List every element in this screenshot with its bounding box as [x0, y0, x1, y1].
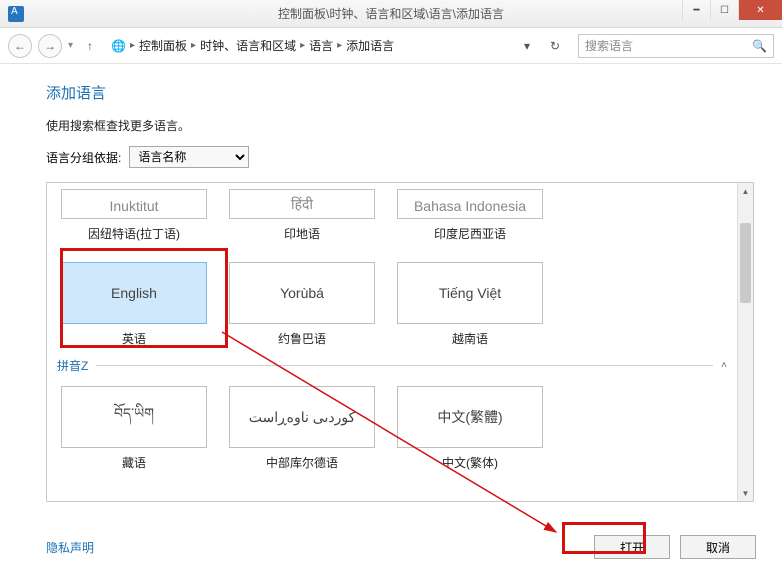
back-button[interactable]: ←	[8, 34, 32, 58]
footer: 隐私声明 打开 取消	[0, 525, 782, 573]
nav-bar: ← → ▾ ↑ 🌐 ▸ 控制面板▸ 时钟、语言和区域▸ 语言▸ 添加语言 ▾ ↻…	[0, 28, 782, 64]
maximize-button[interactable]: ☐	[710, 0, 738, 20]
refresh-button[interactable]: ↻	[544, 35, 566, 57]
page-title: 添加语言	[46, 82, 754, 103]
content-area: 添加语言 使用搜索框查找更多语言。 语言分组依据: 语言名称 Inuktitut…	[0, 64, 782, 502]
hint-text: 使用搜索框查找更多语言。	[46, 117, 754, 134]
window-title: 控制面板\时钟、语言和区域\语言\添加语言	[278, 5, 504, 22]
crumb-3[interactable]: 添加语言	[346, 37, 394, 54]
language-list: Inuktitut 因纽特语(拉丁语) हिंदी 印地语 Bahasa Ind…	[46, 182, 754, 502]
scroll-thumb[interactable]	[740, 223, 751, 303]
lang-item-inuktitut[interactable]: Inuktitut 因纽特语(拉丁语)	[61, 189, 207, 242]
collapse-icon[interactable]: ˄	[721, 360, 727, 371]
grouping-row: 语言分组依据: 语言名称	[46, 146, 754, 168]
crumb-1[interactable]: 时钟、语言和区域	[200, 37, 296, 54]
breadcrumb-dropdown[interactable]: ▾	[516, 35, 538, 57]
privacy-link[interactable]: 隐私声明	[46, 539, 94, 556]
forward-button[interactable]: →	[38, 34, 62, 58]
scroll-down-icon[interactable]: ▼	[738, 485, 753, 501]
scroll-up-icon[interactable]: ▲	[738, 183, 753, 199]
crumb-2[interactable]: 语言	[309, 37, 333, 54]
history-dropdown[interactable]: ▾	[68, 40, 73, 51]
breadcrumb[interactable]: 🌐 ▸ 控制面板▸ 时钟、语言和区域▸ 语言▸ 添加语言	[107, 37, 510, 54]
search-icon: 🔍	[752, 39, 767, 53]
close-button[interactable]: ✕	[738, 0, 782, 20]
lang-item-vietnamese[interactable]: Tiếng Việt 越南语	[397, 262, 543, 347]
app-icon	[8, 6, 24, 22]
scrollbar[interactable]: ▲ ▼	[737, 183, 753, 501]
lang-item-hindi[interactable]: हिंदी 印地语	[229, 189, 375, 242]
lang-row-y: English 英语 Yorùbá 约鲁巴语 Tiếng Việt 越南语	[57, 256, 727, 351]
lang-item-tibetan[interactable]: བོད་ཡིག 藏语	[61, 386, 207, 471]
up-button[interactable]: ↑	[79, 35, 101, 57]
lang-row-partial: Inuktitut 因纽特语(拉丁语) हिंदी 印地语 Bahasa Ind…	[57, 183, 727, 246]
lang-item-central-kurdish[interactable]: كوردىی ناوەڕاست 中部库尔德语	[229, 386, 375, 471]
group-label: 语言分组依据:	[46, 149, 121, 166]
location-icon: 🌐	[111, 39, 126, 53]
open-button[interactable]: 打开	[594, 535, 670, 559]
lang-row-z: བོད་ཡིག 藏语 كوردىی ناوەڕاست 中部库尔德语 中文(繁體)…	[57, 380, 727, 475]
lang-item-yoruba[interactable]: Yorùbá 约鲁巴语	[229, 262, 375, 347]
title-bar: 控制面板\时钟、语言和区域\语言\添加语言 ━ ☐ ✕	[0, 0, 782, 28]
minimize-button[interactable]: ━	[682, 0, 710, 20]
search-placeholder: 搜索语言	[585, 37, 752, 54]
search-input[interactable]: 搜索语言 🔍	[578, 34, 774, 58]
lang-item-chinese-traditional[interactable]: 中文(繁體) 中文(繁体)	[397, 386, 543, 471]
lang-item-english[interactable]: English 英语	[61, 262, 207, 347]
group-by-select[interactable]: 语言名称	[129, 146, 249, 168]
lang-item-indonesian[interactable]: Bahasa Indonesia 印度尼西亚语	[397, 189, 543, 242]
crumb-0[interactable]: 控制面板	[139, 37, 187, 54]
cancel-button[interactable]: 取消	[680, 535, 756, 559]
section-z-header[interactable]: 拼音Z ˄	[57, 357, 727, 374]
